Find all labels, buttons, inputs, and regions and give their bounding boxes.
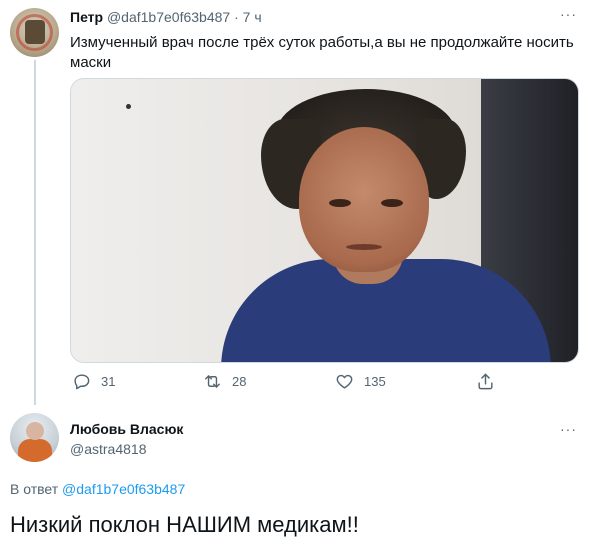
author-handle[interactable]: @astra4818 <box>70 441 146 457</box>
photo-mouth <box>346 244 382 250</box>
retweet-count: 28 <box>232 374 247 389</box>
reply-icon <box>74 374 90 390</box>
tweet-header: Петр @daf1b7e0f63b487 · 7 ч <box>70 9 262 25</box>
tweet-time[interactable]: 7 ч <box>243 9 262 25</box>
share-button[interactable] <box>476 372 495 391</box>
retweet-button[interactable]: 28 <box>203 372 246 391</box>
thread-line <box>34 60 36 405</box>
tweet[interactable]: Петр @daf1b7e0f63b487 · 7 ч ··· Измученн… <box>0 0 599 405</box>
replying-to: В ответ @daf1b7e0f63b487 <box>10 481 185 497</box>
replying-to-mention[interactable]: @daf1b7e0f63b487 <box>62 481 185 497</box>
reply-tweet[interactable]: Любовь Власюк @astra4818 ··· В ответ @da… <box>0 405 599 549</box>
avatar[interactable] <box>10 8 59 57</box>
author-name[interactable]: Любовь Власюк <box>70 421 183 437</box>
photo-eye-left <box>329 199 351 207</box>
photo-face <box>299 127 429 272</box>
tweet-photo[interactable] <box>70 78 579 363</box>
separator: · <box>234 9 239 25</box>
more-options-icon[interactable]: ··· <box>560 421 577 437</box>
heart-icon <box>336 374 353 389</box>
share-icon <box>478 373 493 390</box>
reply-text: Низкий поклон НАШИМ медикам!! <box>10 512 359 537</box>
avatar-body <box>18 439 52 462</box>
tweet-actions: 31 28 135 <box>70 372 510 396</box>
photo-speck <box>126 104 131 109</box>
reply-button[interactable]: 31 <box>72 372 115 391</box>
avatar-figure <box>25 20 45 44</box>
avatar-head <box>26 422 44 440</box>
replying-to-label: В ответ <box>10 481 59 497</box>
like-count: 135 <box>364 374 386 389</box>
photo-eye-right <box>381 199 403 207</box>
avatar[interactable] <box>10 413 59 462</box>
author-name[interactable]: Петр <box>70 9 103 25</box>
retweet-icon <box>205 375 220 388</box>
more-options-icon[interactable]: ··· <box>560 6 577 22</box>
reply-count: 31 <box>101 374 116 389</box>
author-handle[interactable]: @daf1b7e0f63b487 <box>107 9 230 25</box>
like-button[interactable]: 135 <box>335 372 386 391</box>
tweet-text: Измученный врач после трёх суток работы,… <box>70 34 574 71</box>
